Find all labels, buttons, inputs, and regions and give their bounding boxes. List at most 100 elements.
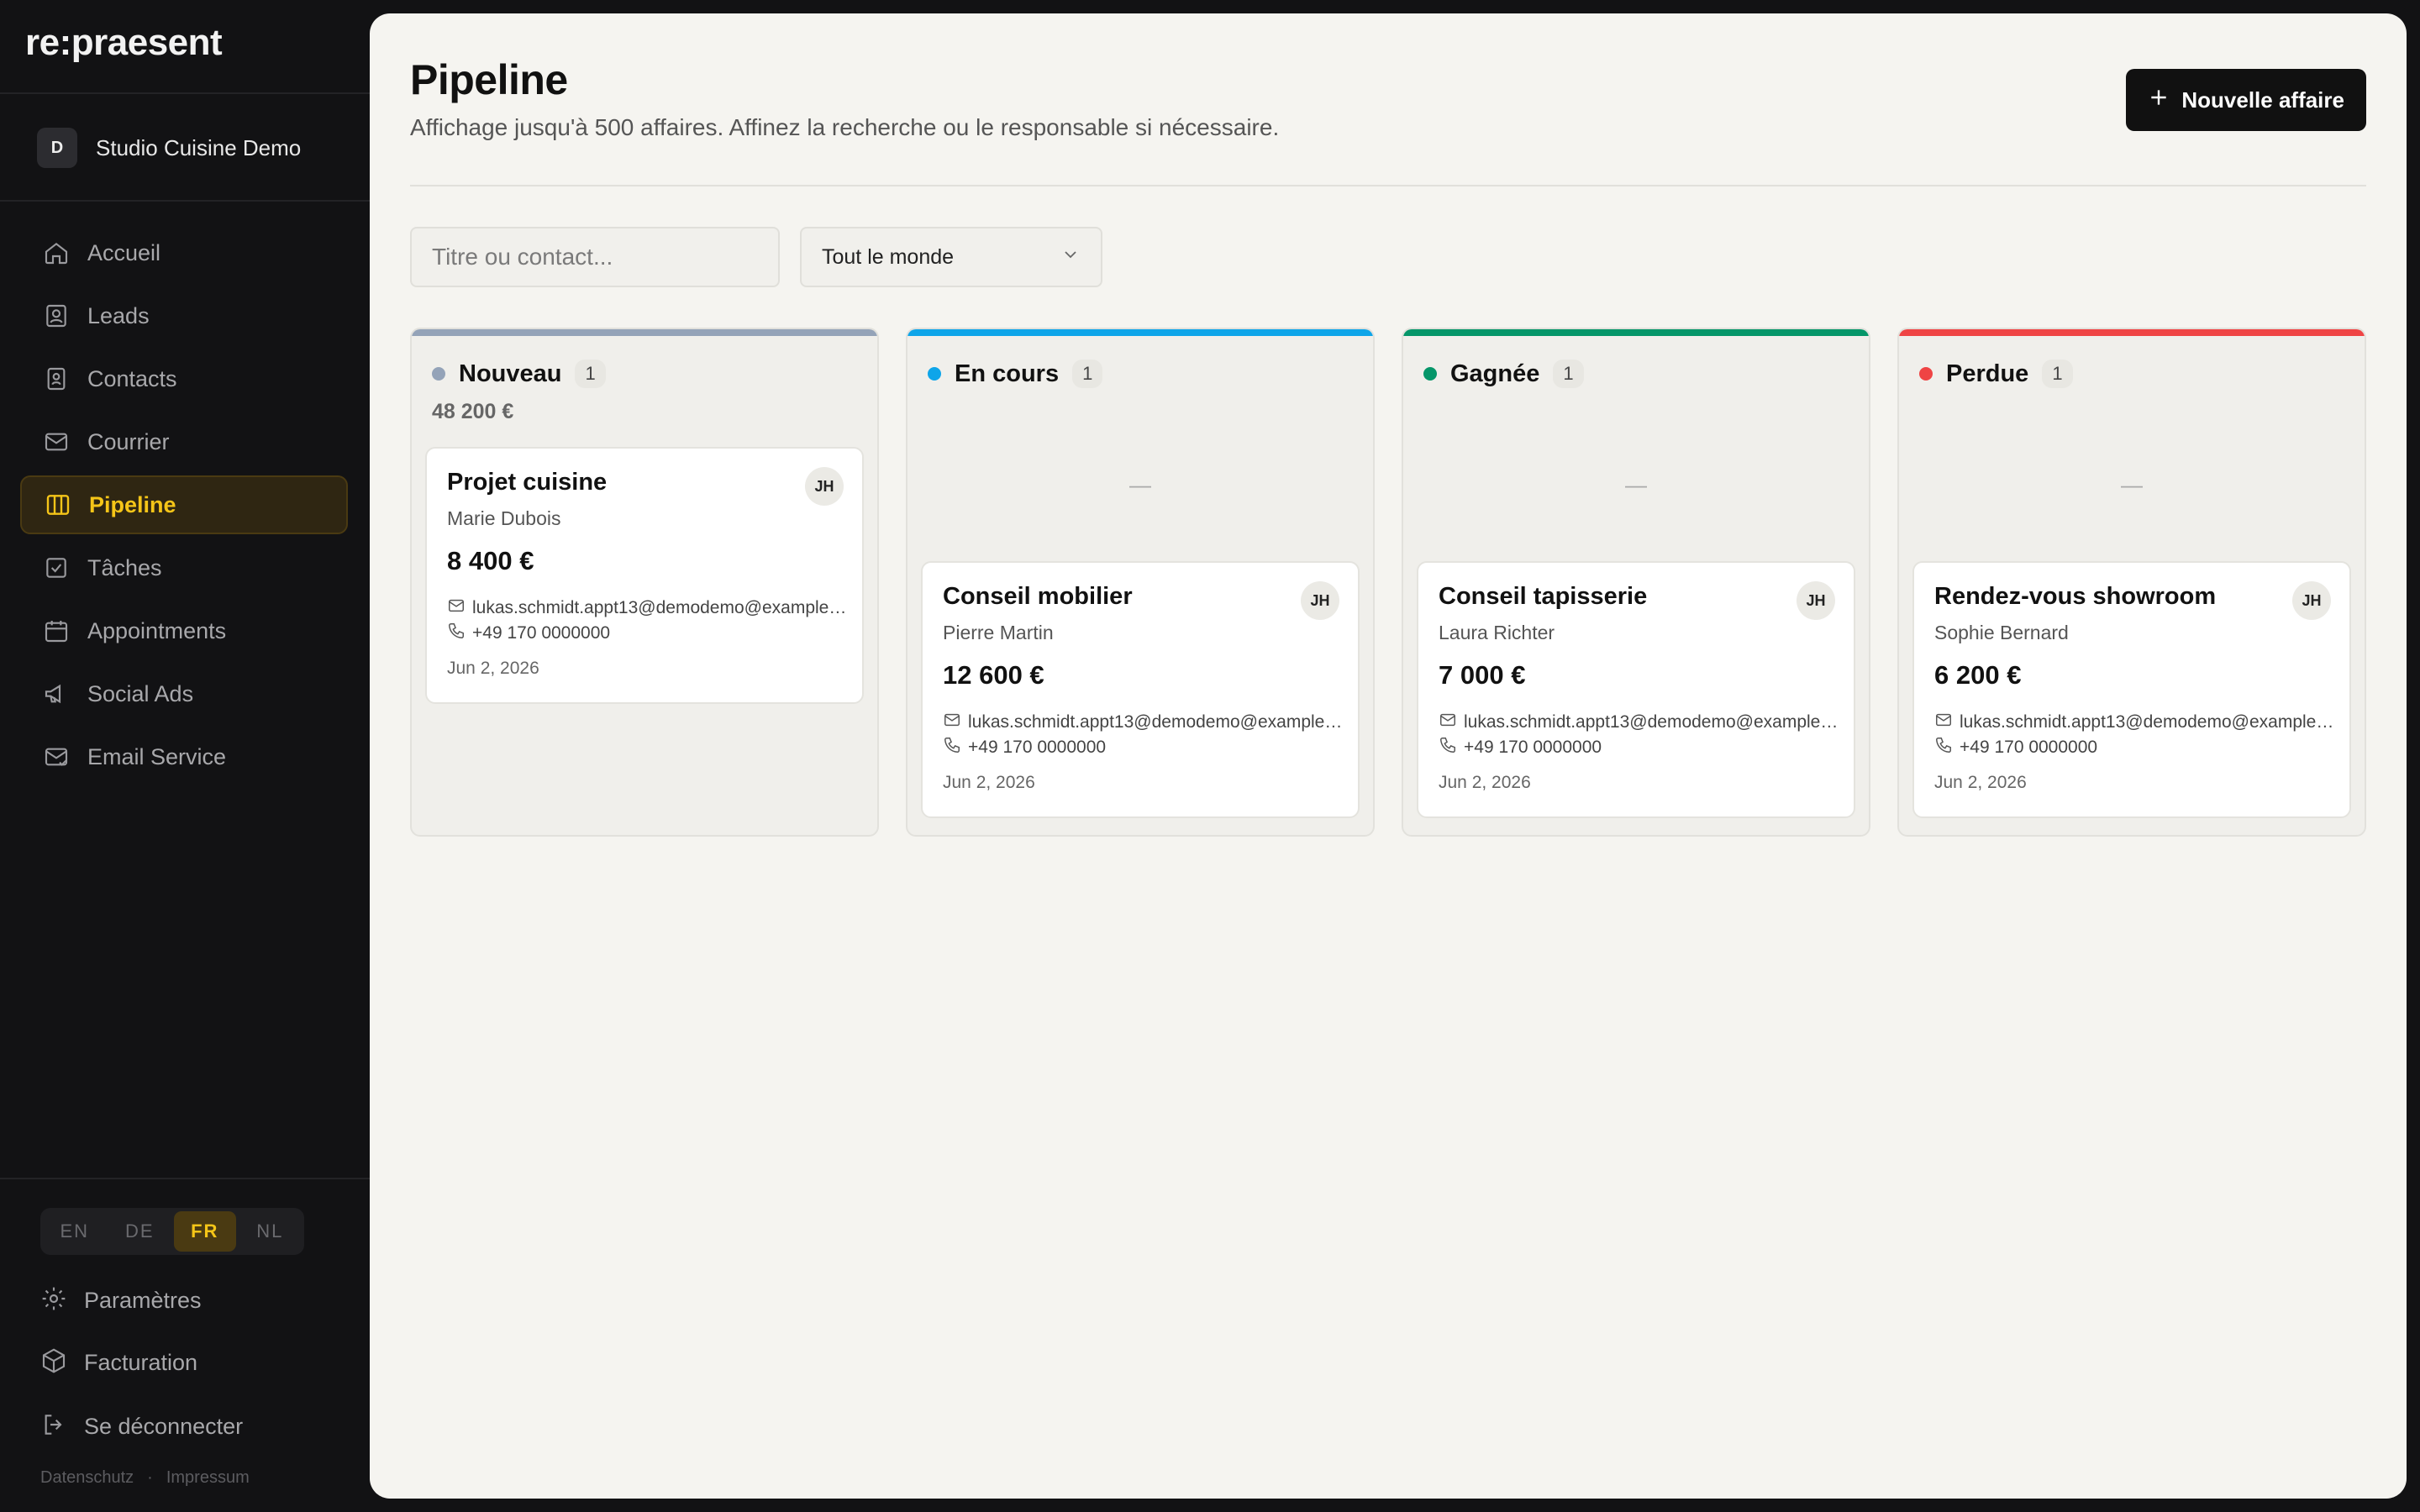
column-color-bar	[1403, 329, 1869, 336]
sidebar-item-social-ads[interactable]: Social Ads	[20, 664, 348, 723]
sidebar-item-courrier[interactable]: Courrier	[20, 412, 348, 471]
deal-amount: 7 000 €	[1439, 660, 1526, 690]
language-de[interactable]: DE	[109, 1211, 171, 1252]
brand-logo[interactable]: re:praesent	[25, 22, 223, 64]
deal-phone: +49 170 0000000	[447, 622, 850, 645]
phone-icon	[943, 736, 961, 759]
imprint-link[interactable]: Impressum	[166, 1468, 250, 1488]
sidebar-item-leads[interactable]: Leads	[20, 286, 348, 345]
deal-contact: Marie Dubois	[447, 507, 561, 529]
column-color-bar	[908, 329, 1373, 336]
language-nl[interactable]: NL	[239, 1211, 302, 1252]
language-en[interactable]: EN	[44, 1211, 106, 1252]
chevron-down-icon	[1060, 244, 1081, 270]
sidebar-item-accueil[interactable]: Accueil	[20, 223, 348, 282]
sidebar-item-taches[interactable]: Tâches	[20, 538, 348, 597]
pipeline-column-gagnee: Gagnée 1 — Conseil tapisserie JH Laura R…	[1402, 328, 1870, 837]
status-dot	[1423, 367, 1437, 381]
billing-label: Facturation	[84, 1350, 198, 1375]
owner-avatar: JH	[805, 467, 844, 506]
checkbox-icon	[42, 554, 71, 582]
deal-phone: +49 170 0000000	[1934, 736, 2338, 759]
sidebar-item-pipeline[interactable]: Pipeline	[20, 475, 348, 534]
deal-email-text: lukas.schmidt.appt13@demodemo@example.co…	[472, 598, 850, 617]
settings-link[interactable]: Paramètres	[40, 1285, 202, 1316]
column-count: 1	[1553, 360, 1584, 388]
pipeline-column-perdue: Perdue 1 — Rendez-vous showroom JH Sophi…	[1897, 328, 2366, 837]
deal-email: lukas.schmidt.appt13@demodemo@example.co…	[943, 711, 1346, 734]
divider	[0, 200, 370, 202]
page-subtitle: Affichage jusqu'à 500 affaires. Affinez …	[410, 114, 1280, 140]
megaphone-icon	[42, 680, 71, 708]
owner-select[interactable]: Tout le monde	[800, 227, 1102, 287]
deal-date: Jun 2, 2026	[943, 773, 1035, 792]
calendar-icon	[42, 617, 71, 645]
mail-icon	[943, 711, 961, 734]
deal-phone-text: +49 170 0000000	[1960, 738, 2098, 757]
sidebar-item-appointments[interactable]: Appointments	[20, 601, 348, 660]
language-switcher: EN DE FR NL	[40, 1208, 304, 1255]
footer-separator: ·	[147, 1468, 153, 1487]
mail-check-icon	[42, 743, 71, 771]
deal-contact: Sophie Bernard	[1934, 622, 2069, 643]
workspace-switcher[interactable]: D Studio Cuisine Demo	[37, 128, 301, 168]
deal-amount: 8 400 €	[447, 546, 534, 575]
deal-card[interactable]: Projet cuisine JH Marie Dubois 8 400 € l…	[425, 447, 864, 704]
deal-amount: 12 600 €	[943, 660, 1044, 690]
settings-label: Paramètres	[84, 1288, 202, 1313]
search-input[interactable]	[410, 227, 780, 287]
sidebar-item-label: Tâches	[87, 554, 162, 580]
deal-contact: Pierre Martin	[943, 622, 1054, 643]
deal-date: Jun 2, 2026	[447, 659, 539, 678]
column-empty-marker: —	[1129, 472, 1151, 497]
contact-card-icon	[42, 302, 71, 330]
column-header: Perdue 1	[1919, 360, 2073, 388]
logout-label: Se déconnecter	[84, 1414, 244, 1439]
deal-email: lukas.schmidt.appt13@demodemo@example.co…	[1439, 711, 1842, 734]
column-title: En cours	[955, 360, 1060, 387]
sidebar-item-email-service[interactable]: Email Service	[20, 727, 348, 786]
privacy-link[interactable]: Datenschutz	[40, 1468, 134, 1488]
box-icon	[40, 1347, 67, 1378]
deal-email: lukas.schmidt.appt13@demodemo@example.co…	[447, 596, 850, 620]
deal-date: Jun 2, 2026	[1934, 773, 2027, 792]
owner-avatar: JH	[2292, 581, 2331, 620]
sidebar-item-label: Pipeline	[89, 491, 176, 517]
column-header: En cours 1	[928, 360, 1103, 388]
phone-icon	[1439, 736, 1457, 759]
home-icon	[42, 239, 71, 267]
mail-icon	[1439, 711, 1457, 734]
owner-avatar: JH	[1797, 581, 1835, 620]
column-total: 48 200 €	[432, 400, 514, 423]
deal-card[interactable]: Conseil mobilier JH Pierre Martin 12 600…	[921, 561, 1360, 818]
billing-link[interactable]: Facturation	[40, 1347, 197, 1378]
deal-phone-text: +49 170 0000000	[472, 623, 611, 643]
deal-title: Projet cuisine	[447, 469, 608, 496]
deal-email-text: lukas.schmidt.appt13@demodemo@example.co…	[1464, 712, 1842, 732]
language-fr[interactable]: FR	[174, 1211, 236, 1252]
column-empty-marker: —	[2121, 472, 2143, 497]
deal-contact: Laura Richter	[1439, 622, 1555, 643]
mail-icon	[447, 596, 466, 620]
sidebar-item-contacts[interactable]: Contacts	[20, 349, 348, 408]
column-color-bar	[1899, 329, 2365, 336]
page-title: Pipeline	[410, 56, 568, 103]
phone-icon	[447, 622, 466, 645]
sidebar-item-label: Leads	[87, 302, 150, 328]
status-dot	[432, 367, 445, 381]
pipeline-column-nouveau: Nouveau 1 48 200 € Projet cuisine JH Mar…	[410, 328, 879, 837]
logout-icon	[40, 1411, 67, 1442]
deal-phone-text: +49 170 0000000	[968, 738, 1107, 757]
logout-link[interactable]: Se déconnecter	[40, 1411, 243, 1442]
workspace-avatar: D	[37, 128, 77, 168]
main-panel: Pipeline Affichage jusqu'à 500 affaires.…	[370, 13, 2407, 1499]
column-header: Gagnée 1	[1423, 360, 1584, 388]
new-deal-button[interactable]: Nouvelle affaire	[2126, 69, 2366, 131]
sidebar-item-label: Appointments	[87, 617, 227, 643]
column-count: 1	[2042, 360, 2073, 388]
deal-card[interactable]: Rendez-vous showroom JH Sophie Bernard 6…	[1912, 561, 2351, 818]
deal-card[interactable]: Conseil tapisserie JH Laura Richter 7 00…	[1417, 561, 1855, 818]
column-empty-marker: —	[1625, 472, 1647, 497]
deal-title: Conseil mobilier	[943, 583, 1133, 610]
divider	[0, 1178, 370, 1179]
